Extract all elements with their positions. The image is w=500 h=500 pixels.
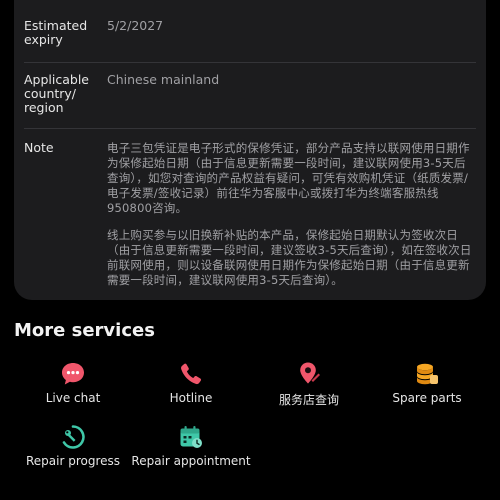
wrench-progress-icon xyxy=(62,425,85,449)
region-label: Applicable country/ region xyxy=(24,72,89,115)
note-paragraph: 线上购买参与以旧换新补贴的本产品，保修起始日期默认为签收次日（由于信息更新需要一… xyxy=(107,228,472,287)
more-services-title: More services xyxy=(14,320,155,341)
phone-icon xyxy=(181,363,202,385)
calendar-clock-icon xyxy=(180,426,202,448)
expiry-row: Estimated expiry 5/2/2027 xyxy=(24,19,476,53)
region-value: Chinese mainland xyxy=(107,72,220,87)
service-label: Spare parts xyxy=(392,391,462,405)
region-row: Applicable country/ region Chinese mainl… xyxy=(24,73,476,119)
expiry-label: Estimated expiry xyxy=(24,18,88,47)
note-label: Note xyxy=(24,140,54,155)
service-label: Hotline xyxy=(169,391,213,405)
note-row: Note 电子三包凭证是电子形式的保修凭证，部分产品支持以联网使用日期作为保修起… xyxy=(24,141,476,291)
service-label: 服务店查询 xyxy=(278,393,339,407)
parts-stack-icon xyxy=(417,363,438,385)
service-spare-parts[interactable]: Spare parts xyxy=(367,361,487,405)
service-live-chat[interactable]: Live chat xyxy=(13,361,133,405)
service-label: Repair appointment xyxy=(131,454,251,468)
service-label: Live chat xyxy=(45,391,101,405)
service-hotline[interactable]: Hotline xyxy=(131,361,251,405)
note-value: 电子三包凭证是电子形式的保修凭证，部分产品支持以联网使用日期作为保修起始日期（由… xyxy=(107,141,472,288)
divider xyxy=(24,128,476,129)
expiry-value: 5/2/2027 xyxy=(107,18,164,33)
divider xyxy=(24,62,476,63)
service-repair-appointment[interactable]: Repair appointment xyxy=(131,424,251,468)
location-pin-icon xyxy=(300,362,320,384)
service-store-locator[interactable]: 服务店查询 xyxy=(249,361,369,408)
service-label: Repair progress xyxy=(25,454,121,468)
service-repair-progress[interactable]: Repair progress xyxy=(13,424,133,468)
note-paragraph: 电子三包凭证是电子形式的保修凭证，部分产品支持以联网使用日期作为保修起始日期（由… xyxy=(107,141,470,215)
chat-bubble-icon xyxy=(62,363,84,385)
